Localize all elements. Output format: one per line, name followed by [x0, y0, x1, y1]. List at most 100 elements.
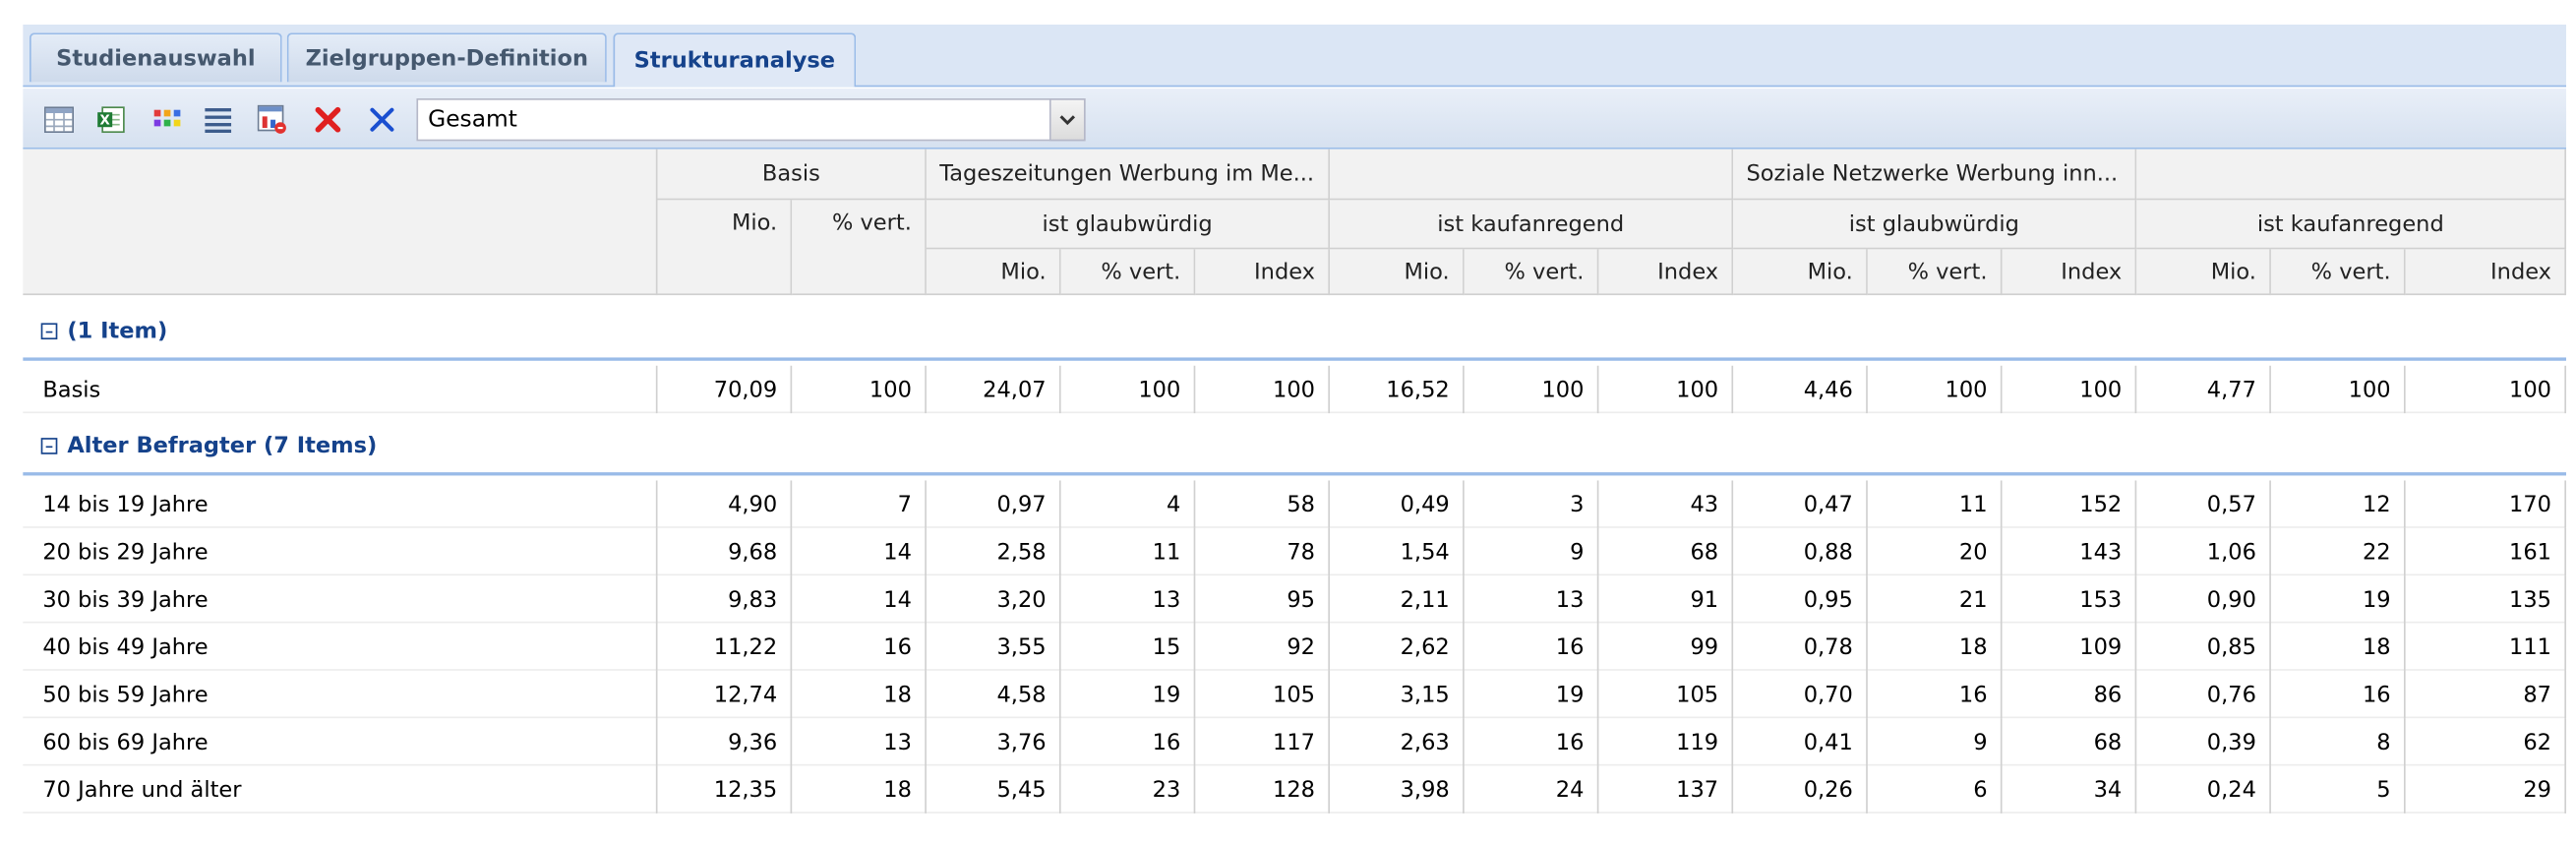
table-cell: 2,62: [1330, 623, 1465, 671]
table-cell: 105: [1195, 670, 1331, 719]
table-cell: 0,90: [2136, 575, 2271, 624]
table-cell: 100: [792, 365, 927, 414]
chevron-down-icon[interactable]: [1048, 98, 1086, 142]
header-mio[interactable]: Mio.: [1733, 249, 1868, 296]
table-cell: 20: [1868, 527, 2003, 576]
header-vert[interactable]: % vert.: [1464, 249, 1599, 296]
table-cell: 62: [2406, 718, 2567, 766]
table-row[interactable]: 70 Jahre und älter 12,35 18 5,45 23 128 3,98 24…: [23, 765, 2567, 813]
row-label: 50 bis 59 Jahre: [23, 670, 658, 719]
table-cell: 0,26: [1733, 765, 1868, 813]
table-cell: 8: [2271, 718, 2406, 766]
collapse-icon[interactable]: [40, 323, 58, 340]
delete-red-icon[interactable]: [312, 103, 344, 136]
table-cell: 99: [1598, 623, 1734, 671]
group-header[interactable]: Alter Befragter (7 Items): [23, 420, 2567, 476]
segment-select-value: Gesamt: [428, 106, 517, 134]
table-cell: 19: [1465, 670, 1599, 719]
header-mio[interactable]: Mio.: [2136, 249, 2271, 296]
table-row[interactable]: 50 bis 59 Jahre 12,74 18 4,58 19 105 3,15 19 105…: [23, 670, 2567, 719]
tab-zielgruppen-definition[interactable]: Zielgruppen-Definition: [286, 32, 607, 83]
table-cell: 9,68: [658, 527, 793, 576]
table-cell: 14: [792, 527, 927, 576]
table-cell: 7: [792, 480, 927, 528]
collapse-icon[interactable]: [40, 438, 58, 454]
table-cell: 3,76: [927, 718, 1061, 766]
header-sub-kaufanregend-1[interactable]: ist kaufanregend: [1330, 200, 1734, 250]
table-cell: 153: [2003, 575, 2137, 624]
excel-export-icon[interactable]: X: [95, 103, 128, 136]
table-cell: 9,83: [658, 575, 793, 624]
chart-config-icon[interactable]: [256, 103, 288, 136]
table-cell: 0,88: [1733, 527, 1868, 576]
table-cell: 100: [1868, 365, 2003, 414]
tab-studienauswahl[interactable]: Studienauswahl: [30, 32, 282, 83]
list-lines-icon[interactable]: [202, 103, 234, 136]
header-group-soziale-netzwerke[interactable]: Soziale Netzwerke Werbung inn...: [1733, 149, 2137, 201]
header-sub-glaubwuerdig-2[interactable]: ist glaubwürdig: [1733, 200, 2137, 250]
header-sub-glaubwuerdig-1[interactable]: ist glaubwürdig: [926, 200, 1331, 250]
table-row[interactable]: 40 bis 49 Jahre 11,22 16 3,55 15 92 2,62 16 99 0,…: [23, 623, 2567, 671]
table-cell: 91: [1598, 575, 1734, 624]
table-view-icon[interactable]: [42, 103, 75, 136]
table-cell: 3,15: [1330, 670, 1465, 719]
toolbar: X Gesamt: [23, 89, 2567, 150]
table-cell: 3,98: [1330, 765, 1465, 813]
table-cell: 92: [1195, 623, 1331, 671]
row-label: 70 Jahre und älter: [23, 765, 658, 813]
group-title: (1 Item): [67, 318, 168, 345]
table-row[interactable]: 30 bis 39 Jahre 9,83 14 3,20 13 95 2,11 13 91 0,9…: [23, 575, 2567, 624]
header-group-4[interactable]: [2136, 149, 2567, 201]
tab-strukturanalyse[interactable]: Strukturanalyse: [613, 32, 857, 88]
header-index[interactable]: Index: [2002, 249, 2137, 296]
table-row[interactable]: 60 bis 69 Jahre 9,36 13 3,76 16 117 2,63 16 119 0…: [23, 718, 2567, 766]
table-cell: 128: [1195, 765, 1331, 813]
table-cell: 24: [1465, 765, 1599, 813]
header-index[interactable]: Index: [1195, 249, 1331, 296]
table-cell: 58: [1195, 480, 1331, 528]
table-cell: 43: [1598, 480, 1734, 528]
table-cell: 0,49: [1330, 480, 1465, 528]
table-cell: 11: [1868, 480, 2003, 528]
color-palette-icon[interactable]: [150, 103, 183, 136]
header-index[interactable]: Index: [1598, 249, 1734, 296]
table-row[interactable]: Basis 70,09 100 24,07 100 100 16,52 100 100 4,46 1…: [23, 365, 2567, 414]
header-vert[interactable]: % vert.: [1060, 249, 1196, 296]
table-cell: 13: [1465, 575, 1599, 624]
group-header[interactable]: (1 Item): [23, 305, 2567, 361]
table-cell: 0,76: [2136, 670, 2271, 719]
header-mio[interactable]: Mio.: [926, 249, 1061, 296]
tab-bar: Studienauswahl Zielgruppen-Definition St…: [23, 25, 2567, 88]
table-cell: 0,57: [2136, 480, 2271, 528]
table-cell: 18: [1868, 623, 2003, 671]
table-cell: 5: [2271, 765, 2406, 813]
table-row[interactable]: 14 bis 19 Jahre 4,90 7 0,97 4 58 0,49 3 43 0,47 11…: [23, 480, 2567, 528]
table-cell: 68: [2003, 718, 2137, 766]
table-cell: 109: [2003, 623, 2137, 671]
segment-select[interactable]: Gesamt: [416, 98, 1086, 142]
table-cell: 100: [2406, 365, 2567, 414]
header-sub-kaufanregend-2[interactable]: ist kaufanregend: [2136, 200, 2567, 250]
table-cell: 19: [1061, 670, 1196, 719]
table-cell: 87: [2406, 670, 2567, 719]
row-label: 14 bis 19 Jahre: [23, 480, 658, 528]
table-cell: 100: [2271, 365, 2406, 414]
header-basis[interactable]: Basis: [657, 149, 927, 201]
header-vert[interactable]: % vert.: [2270, 249, 2406, 296]
table-cell: 16: [1868, 670, 2003, 719]
table-cell: 1,06: [2136, 527, 2271, 576]
header-basis-mio[interactable]: Mio.: [657, 200, 793, 296]
clear-blue-icon[interactable]: [366, 103, 398, 136]
header-vert[interactable]: % vert.: [1867, 249, 2003, 296]
table-cell: 117: [1195, 718, 1331, 766]
table-cell: 16: [2271, 670, 2406, 719]
header-group-tageszeitungen[interactable]: Tageszeitungen Werbung im Me...: [926, 149, 1331, 201]
table-cell: 143: [2003, 527, 2137, 576]
header-index[interactable]: Index: [2405, 249, 2567, 296]
table-cell: 0,95: [1733, 575, 1868, 624]
header-group-2[interactable]: [1330, 149, 1734, 201]
table-cell: 2,63: [1330, 718, 1465, 766]
header-mio[interactable]: Mio.: [1330, 249, 1465, 296]
table-row[interactable]: 20 bis 29 Jahre 9,68 14 2,58 11 78 1,54 9 68 0,88…: [23, 527, 2567, 576]
header-basis-vert[interactable]: % vert.: [792, 200, 927, 296]
